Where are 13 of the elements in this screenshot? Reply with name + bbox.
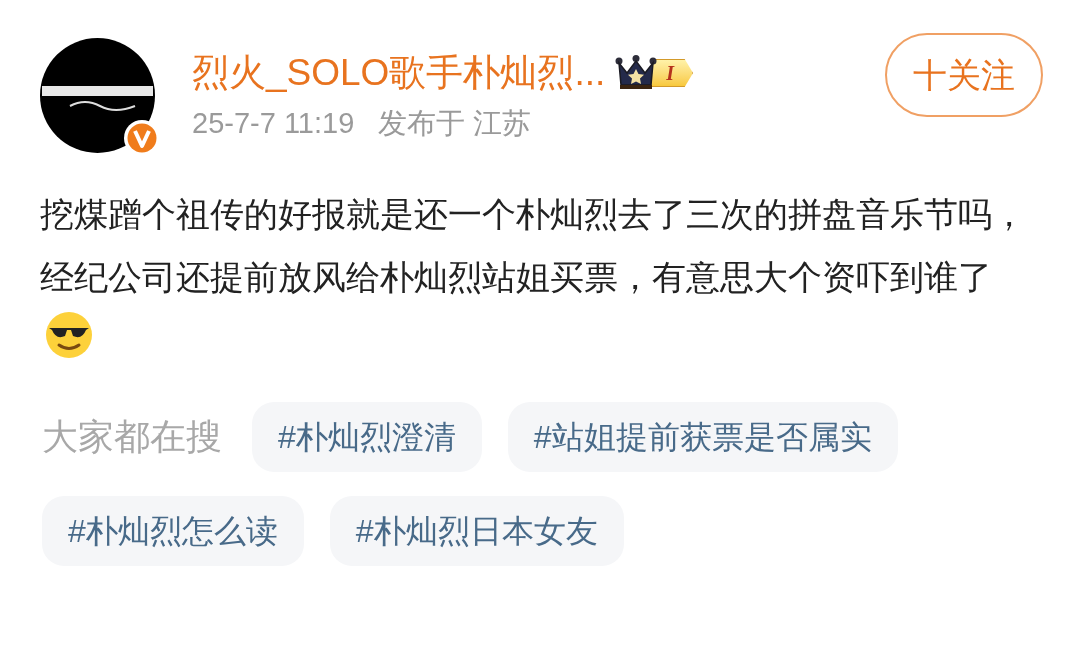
post-location: 发布于 江苏 <box>378 106 532 141</box>
trending-tag[interactable]: #站姐提前获票是否属实 <box>507 402 898 472</box>
trending-label: 大家都在搜 <box>42 415 222 459</box>
trending-tag[interactable]: #朴灿烈日本女友 <box>329 496 624 566</box>
cool-face-icon <box>44 310 94 360</box>
post-time: 25-7-7 11:19 <box>192 106 355 141</box>
trending-tag[interactable]: #朴灿烈怎么读 <box>42 496 304 566</box>
member-badge: I <box>615 54 694 92</box>
crown-icon <box>615 55 658 91</box>
trending-tag[interactable]: #朴灿烈澄清 <box>252 402 482 472</box>
follow-button[interactable]: 十关注 <box>885 33 1043 117</box>
post-body: 挖煤蹭个祖传的好报就是还一个朴灿烈去了三次的拼盘音乐节吗，经纪公司还提前放风给朴灿烈站姐买票，有意思大个资吓到谁了 <box>40 183 1040 372</box>
author-name[interactable]: 烈火_SOLO歌手朴灿烈... <box>192 45 606 101</box>
